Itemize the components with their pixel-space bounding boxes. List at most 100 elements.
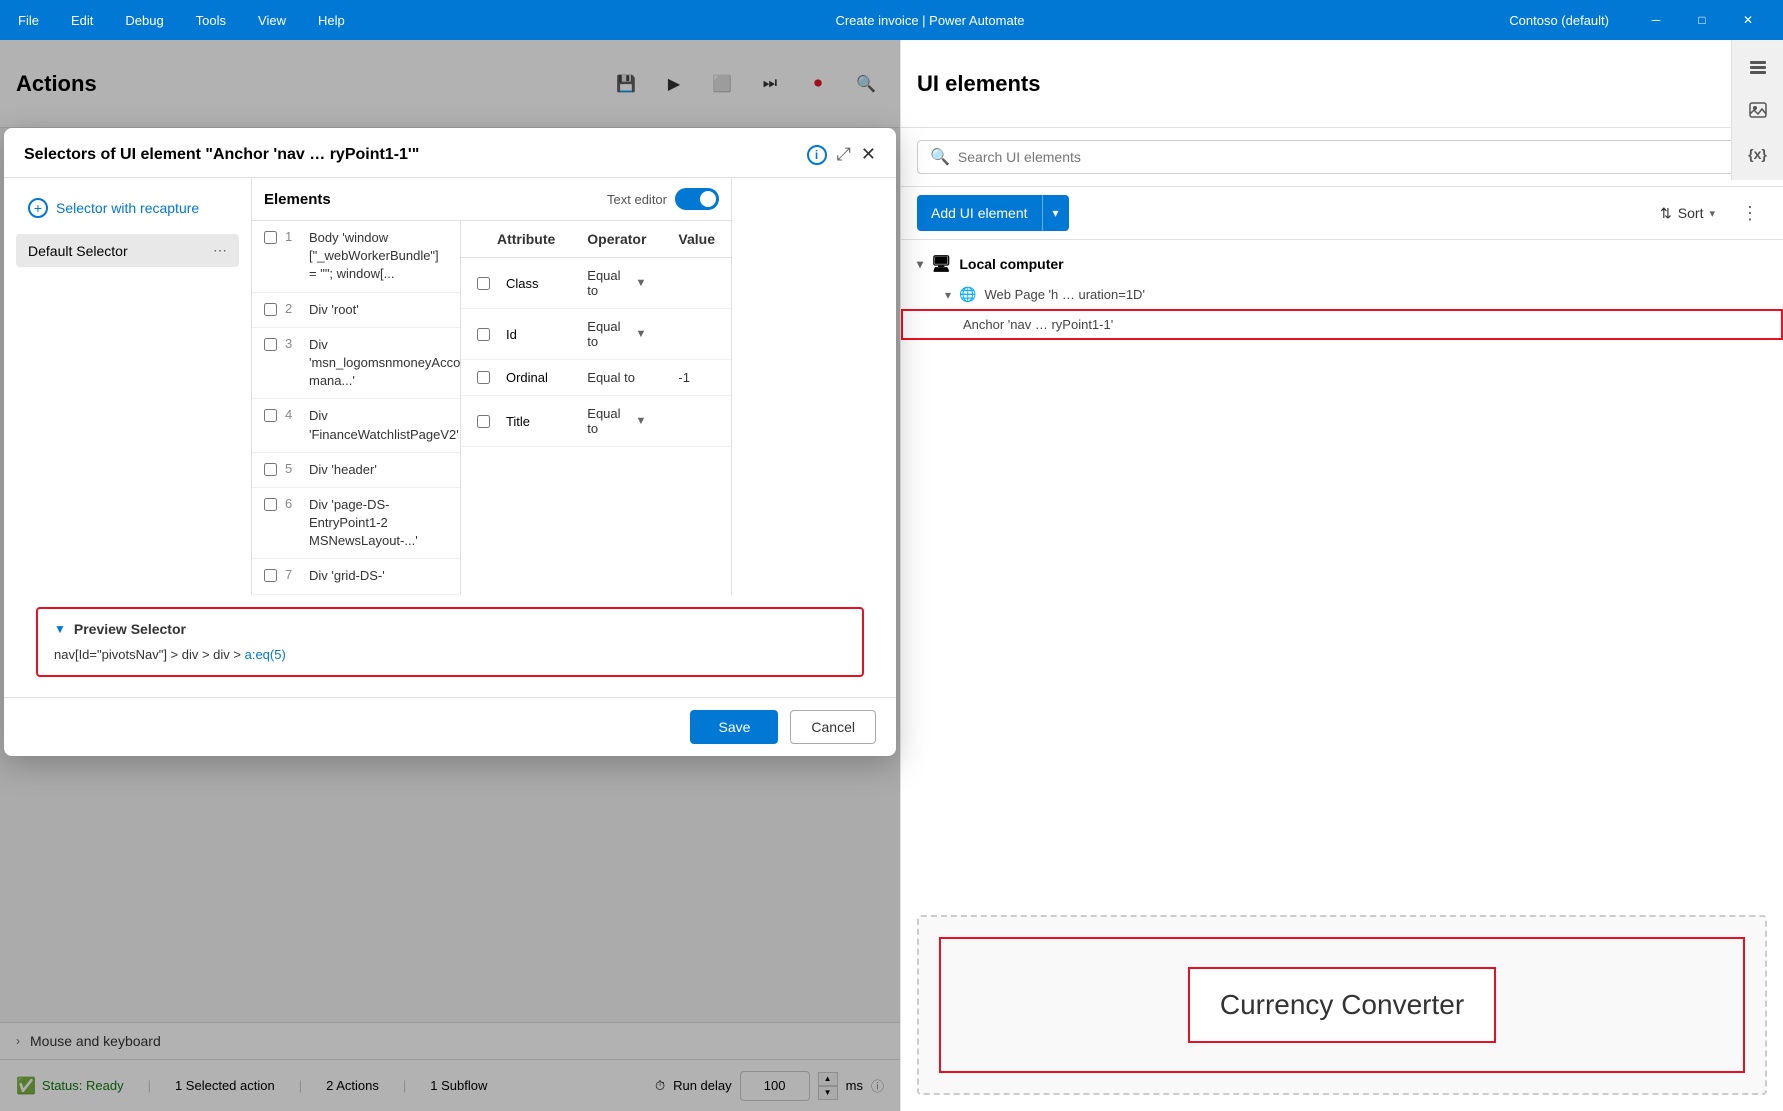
ui-elements-search-bar: 🔍 [901, 128, 1783, 187]
tree-local-computer-header[interactable]: ▾ 🖥 Local computer [901, 248, 1783, 280]
title-bar-menu[interactable]: File Edit Debug Tools View Help [12, 9, 351, 32]
ui-elements-toolbar: Add UI element ▾ ⇅ Sort ▾ ⋮ [901, 187, 1783, 240]
local-computer-label: Local computer [959, 256, 1063, 272]
attr-checkbox-id[interactable] [477, 328, 490, 341]
element-num-5: 5 [285, 461, 301, 476]
element-item-1[interactable]: 1 Body 'window ["_webWorkerBundle"] = ""… [252, 221, 460, 293]
dialog-sidebar: + Selector with recapture Default Select… [4, 178, 252, 595]
chevron-down-icon: ▼ [636, 277, 647, 289]
element-checkbox-2[interactable] [264, 303, 277, 316]
attr-checkbox-class[interactable] [477, 277, 490, 290]
menu-debug[interactable]: Debug [119, 9, 169, 32]
elements-header-row: Elements Text editor [252, 178, 731, 221]
element-num-2: 2 [285, 301, 301, 316]
preview-label: Preview Selector [74, 621, 186, 637]
anchor-label: Anchor 'nav … ryPoint1-1' [963, 317, 1113, 332]
element-num-6: 6 [285, 496, 301, 511]
sort-label: Sort [1678, 205, 1704, 221]
element-label-7: Div 'grid-DS-' [309, 567, 385, 585]
element-item-3[interactable]: 3 Div 'msn_logomsnmoneyAccount mana...' [252, 328, 460, 400]
elements-area: Elements Text editor [252, 178, 732, 595]
cancel-button[interactable]: Cancel [790, 710, 876, 744]
tree-chevron-webpage: ▾ [945, 288, 951, 302]
attr-row-ordinal: Ordinal Equal to [461, 360, 731, 396]
main-layout: Actions 💾 ▶ ⬜ ⏭ ⏺ 🔍 Selectors of UI elem… [0, 40, 1783, 1111]
preview-chevron-icon[interactable]: ▼ [54, 622, 66, 636]
element-num-7: 7 [285, 567, 301, 582]
selector-more-icon[interactable]: ⋯ [213, 242, 227, 259]
menu-tools[interactable]: Tools [190, 9, 232, 32]
add-ui-element-button[interactable]: Add UI element ▾ [917, 195, 1069, 231]
sort-button[interactable]: ⇅ Sort ▾ [1650, 199, 1725, 228]
menu-edit[interactable]: Edit [65, 9, 99, 32]
tree-anchor-item[interactable]: Anchor 'nav … ryPoint1-1' [901, 309, 1783, 340]
element-num-3: 3 [285, 336, 301, 351]
add-ui-element-label[interactable]: Add UI element [917, 195, 1042, 231]
element-label-3: Div 'msn_logomsnmoneyAccount mana...' [309, 336, 461, 391]
window-controls[interactable]: ─ □ ✕ [1633, 0, 1771, 40]
attr-checkbox-title[interactable] [477, 415, 490, 428]
more-options-button[interactable]: ⋮ [1733, 199, 1767, 228]
menu-help[interactable]: Help [312, 9, 351, 32]
ui-elements-panel: UI elements ✕ 🔍 Add UI element ▾ ⇅ Sort … [900, 40, 1783, 1111]
attr-name-id: Id [506, 327, 517, 342]
browser-preview-area: Currency Converter [917, 915, 1767, 1095]
attr-row-title: Title Equal to ▼ [461, 396, 731, 447]
dialog-header: Selectors of UI element "Anchor 'nav … r… [4, 128, 896, 178]
image-icon-button[interactable] [1740, 92, 1776, 128]
variables-icon-button[interactable]: {x} [1740, 136, 1776, 172]
attributes-table: Attribute Operator Value [461, 221, 731, 447]
menu-view[interactable]: View [252, 9, 292, 32]
preview-wrapper: ▼ Preview Selector nav[Id="pivotsNav"] >… [4, 595, 896, 697]
attr-operator-id[interactable]: Equal to ▼ [587, 319, 646, 349]
text-editor-toggle[interactable] [675, 188, 719, 210]
minimize-button[interactable]: ─ [1633, 0, 1679, 40]
element-item-7[interactable]: 7 Div 'grid-DS-' [252, 559, 460, 594]
element-item-2[interactable]: 2 Div 'root' [252, 293, 460, 328]
element-num-1: 1 [285, 229, 301, 244]
preview-header: ▼ Preview Selector [54, 621, 846, 637]
add-ui-chevron-icon[interactable]: ▾ [1043, 195, 1069, 231]
dialog-title: Selectors of UI element "Anchor 'nav … r… [24, 146, 797, 164]
tree-webpage-item[interactable]: ▾ 🌐 Web Page 'h … uration=1D' [901, 280, 1783, 309]
layers-icon-button[interactable] [1740, 48, 1776, 84]
element-item-4[interactable]: 4 Div 'FinanceWatchlistPageV2' [252, 399, 460, 452]
chevron-down-icon-title: ▼ [636, 415, 647, 427]
selector-add-label: Selector with recapture [56, 200, 199, 216]
expand-icon[interactable]: ⤢ [837, 144, 851, 165]
attr-value-ordinal: -1 [678, 370, 690, 385]
close-button[interactable]: ✕ [1725, 0, 1771, 40]
save-button[interactable]: Save [690, 710, 778, 744]
plus-circle-icon: + [28, 198, 48, 218]
attr-name-ordinal: Ordinal [506, 370, 548, 385]
search-ui-elements-input[interactable] [958, 149, 1754, 165]
elements-list: 1 Body 'window ["_webWorkerBundle"] = ""… [252, 221, 461, 595]
element-checkbox-1[interactable] [264, 231, 277, 244]
element-label-1: Body 'window ["_webWorkerBundle"] = ""; … [309, 229, 448, 284]
element-checkbox-5[interactable] [264, 463, 277, 476]
attr-operator-ordinal: Equal to [587, 370, 646, 385]
element-checkbox-6[interactable] [264, 498, 277, 511]
element-label-4: Div 'FinanceWatchlistPageV2' [309, 407, 459, 443]
element-item-5[interactable]: 5 Div 'header' [252, 453, 460, 488]
title-bar-right: Contoso (default) ─ □ ✕ [1509, 0, 1771, 40]
maximize-button[interactable]: □ [1679, 0, 1725, 40]
element-checkbox-3[interactable] [264, 338, 277, 351]
default-selector-item[interactable]: Default Selector ⋯ [16, 234, 239, 267]
selector-with-recapture-button[interactable]: + Selector with recapture [16, 190, 239, 226]
menu-file[interactable]: File [12, 9, 45, 32]
webpage-label: Web Page 'h … uration=1D' [984, 287, 1144, 302]
search-input-wrap: 🔍 [917, 140, 1767, 174]
info-icon[interactable]: i [807, 145, 827, 165]
attr-operator-title[interactable]: Equal to ▼ [587, 406, 646, 436]
element-checkbox-7[interactable] [264, 569, 277, 582]
dialog-close-button[interactable]: ✕ [861, 144, 876, 165]
element-item-6[interactable]: 6 Div 'page-DS-EntryPoint1-2 MSNewsLayou… [252, 488, 460, 560]
default-selector-label: Default Selector [28, 243, 128, 259]
element-checkbox-4[interactable] [264, 409, 277, 422]
attr-name-title: Title [506, 414, 530, 429]
attr-operator-class[interactable]: Equal to ▼ [587, 268, 646, 298]
attr-checkbox-ordinal[interactable] [477, 371, 490, 384]
tree-chevron-local: ▾ [917, 257, 923, 271]
element-label-6: Div 'page-DS-EntryPoint1-2 MSNewsLayout-… [309, 496, 448, 551]
